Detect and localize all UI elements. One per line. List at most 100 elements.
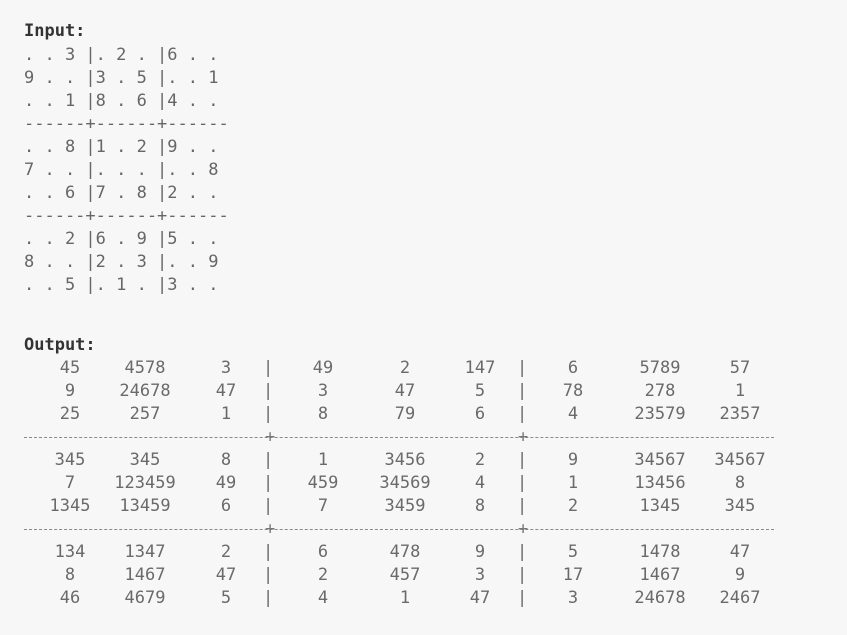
- input-line: 9 . . |3 . 5 |. . 1: [24, 68, 219, 88]
- column-divider: |: [263, 588, 274, 608]
- output-cell: 3: [567, 588, 579, 608]
- output-cell: 1347: [124, 542, 166, 562]
- output-cell: 278: [644, 381, 676, 401]
- output-cell: 1467: [124, 565, 166, 585]
- band-separator: + +: [0, 518, 847, 541]
- column-divider: |: [263, 450, 274, 470]
- input-line: . . 8 |1 . 2 |9 . .: [24, 137, 219, 157]
- input-grid: . . 3 |. 2 . |6 . . 9 . . |3 . 5 |. . 1 . …: [24, 44, 229, 297]
- output-cell: 13456: [634, 473, 686, 493]
- output-row: 45 4578 3 49 2 147 6 5789 57 | |: [0, 357, 847, 380]
- column-divider: |: [517, 565, 528, 585]
- output-row: 7 123459 49 459 34569 4 1 13456 8 | |: [0, 472, 847, 495]
- output-row: 345 345 8 1 3456 2 9 34567 34567 | |: [0, 449, 847, 472]
- output-cell: 5789: [639, 358, 681, 378]
- output-cell: 47: [215, 565, 237, 585]
- output-cell: 4578: [124, 358, 166, 378]
- output-cell: 1345: [49, 496, 91, 516]
- output-row: 9 24678 47 3 47 5 78 278 1 | |: [0, 380, 847, 403]
- input-heading: Input:: [24, 21, 86, 41]
- input-line: . . 2 |6 . 9 |5 . .: [24, 229, 219, 249]
- output-cell: 8: [474, 496, 486, 516]
- output-cell: 123459: [114, 473, 176, 493]
- page: Input: . . 3 |. 2 . |6 . . 9 . . |3 . 5 |…: [0, 0, 847, 635]
- separator-junction: +: [518, 519, 529, 539]
- output-cell: 47: [469, 588, 491, 608]
- output-cell: 47: [215, 381, 237, 401]
- output-heading: Output:: [24, 335, 96, 355]
- column-divider: |: [517, 542, 528, 562]
- input-line: 7 . . |. . . |. . 8: [24, 160, 219, 180]
- column-divider: |: [517, 450, 528, 470]
- output-cell: 78: [562, 381, 584, 401]
- output-cell: 3456: [384, 450, 426, 470]
- output-cell: 1345: [639, 496, 681, 516]
- separator-junction: +: [518, 427, 529, 447]
- output-cell: 47: [394, 381, 416, 401]
- column-divider: |: [517, 473, 528, 493]
- input-line: 8 . . |2 . 3 |. . 9: [24, 252, 219, 272]
- output-cell: 8: [734, 473, 746, 493]
- output-cell: 134: [54, 542, 86, 562]
- output-cell: 4: [317, 588, 329, 608]
- output-cell: 13459: [119, 496, 171, 516]
- output-cell: 17: [562, 565, 584, 585]
- output-cell: 8: [317, 404, 329, 424]
- output-cell: 459: [307, 473, 339, 493]
- output-cell: 1478: [639, 542, 681, 562]
- output-cell: 9: [64, 381, 76, 401]
- separator-junction: +: [265, 519, 276, 539]
- output-cell: 2: [399, 358, 411, 378]
- column-divider: |: [263, 496, 274, 516]
- output-cell: 4: [474, 473, 486, 493]
- input-line: . . 6 |7 . 8 |2 . .: [24, 183, 219, 203]
- output-cell: 2467: [719, 588, 761, 608]
- output-cell: 9: [734, 565, 746, 585]
- separator-line: [24, 529, 774, 530]
- output-cell: 24678: [119, 381, 171, 401]
- output-cell: 9: [474, 542, 486, 562]
- output-cell: 9: [567, 450, 579, 470]
- output-cell: 6: [474, 404, 486, 424]
- separator-line: [24, 437, 774, 438]
- output-cell: 34567: [714, 450, 766, 470]
- output-cell: 6: [317, 542, 329, 562]
- output-cell: 3: [474, 565, 486, 585]
- output-cell: 46: [59, 588, 81, 608]
- output-row: 25 257 1 8 79 6 4 23579 2357 | |: [0, 403, 847, 426]
- output-cell: 5: [567, 542, 579, 562]
- column-divider: |: [263, 381, 274, 401]
- output-cell: 1467: [639, 565, 681, 585]
- output-cell: 3459: [384, 496, 426, 516]
- column-divider: |: [517, 496, 528, 516]
- output-cell: 345: [129, 450, 161, 470]
- output-cell: 79: [394, 404, 416, 424]
- output-cell: 7: [64, 473, 76, 493]
- output-cell: 45: [59, 358, 81, 378]
- output-row: 1345 13459 6 7 3459 8 2 1345 345 | |: [0, 495, 847, 518]
- output-cell: 5: [220, 588, 232, 608]
- output-cell: 3: [317, 381, 329, 401]
- output-cell: 257: [129, 404, 161, 424]
- output-cell: 457: [389, 565, 421, 585]
- output-cell: 57: [729, 358, 751, 378]
- output-cell: 2: [220, 542, 232, 562]
- output-cell: 2357: [719, 404, 761, 424]
- output-cell: 4: [567, 404, 579, 424]
- output-cell: 49: [215, 473, 237, 493]
- input-line: . . 3 |. 2 . |6 . .: [24, 45, 219, 65]
- output-cell: 8: [220, 450, 232, 470]
- column-divider: |: [263, 542, 274, 562]
- output-cell: 2: [567, 496, 579, 516]
- output-cell: 1: [734, 381, 746, 401]
- output-cell: 8: [64, 565, 76, 585]
- output-cell: 345: [54, 450, 86, 470]
- output-grid: 45 4578 3 49 2 147 6 5789 57 | | 9 24678 47 3 47 5 78 278 1…: [0, 357, 847, 610]
- output-cell: 147: [464, 358, 496, 378]
- output-cell: 24678: [634, 588, 686, 608]
- output-cell: 47: [729, 542, 751, 562]
- output-cell: 7: [317, 496, 329, 516]
- separator-junction: +: [265, 427, 276, 447]
- output-cell: 23579: [634, 404, 686, 424]
- output-cell: 1: [317, 450, 329, 470]
